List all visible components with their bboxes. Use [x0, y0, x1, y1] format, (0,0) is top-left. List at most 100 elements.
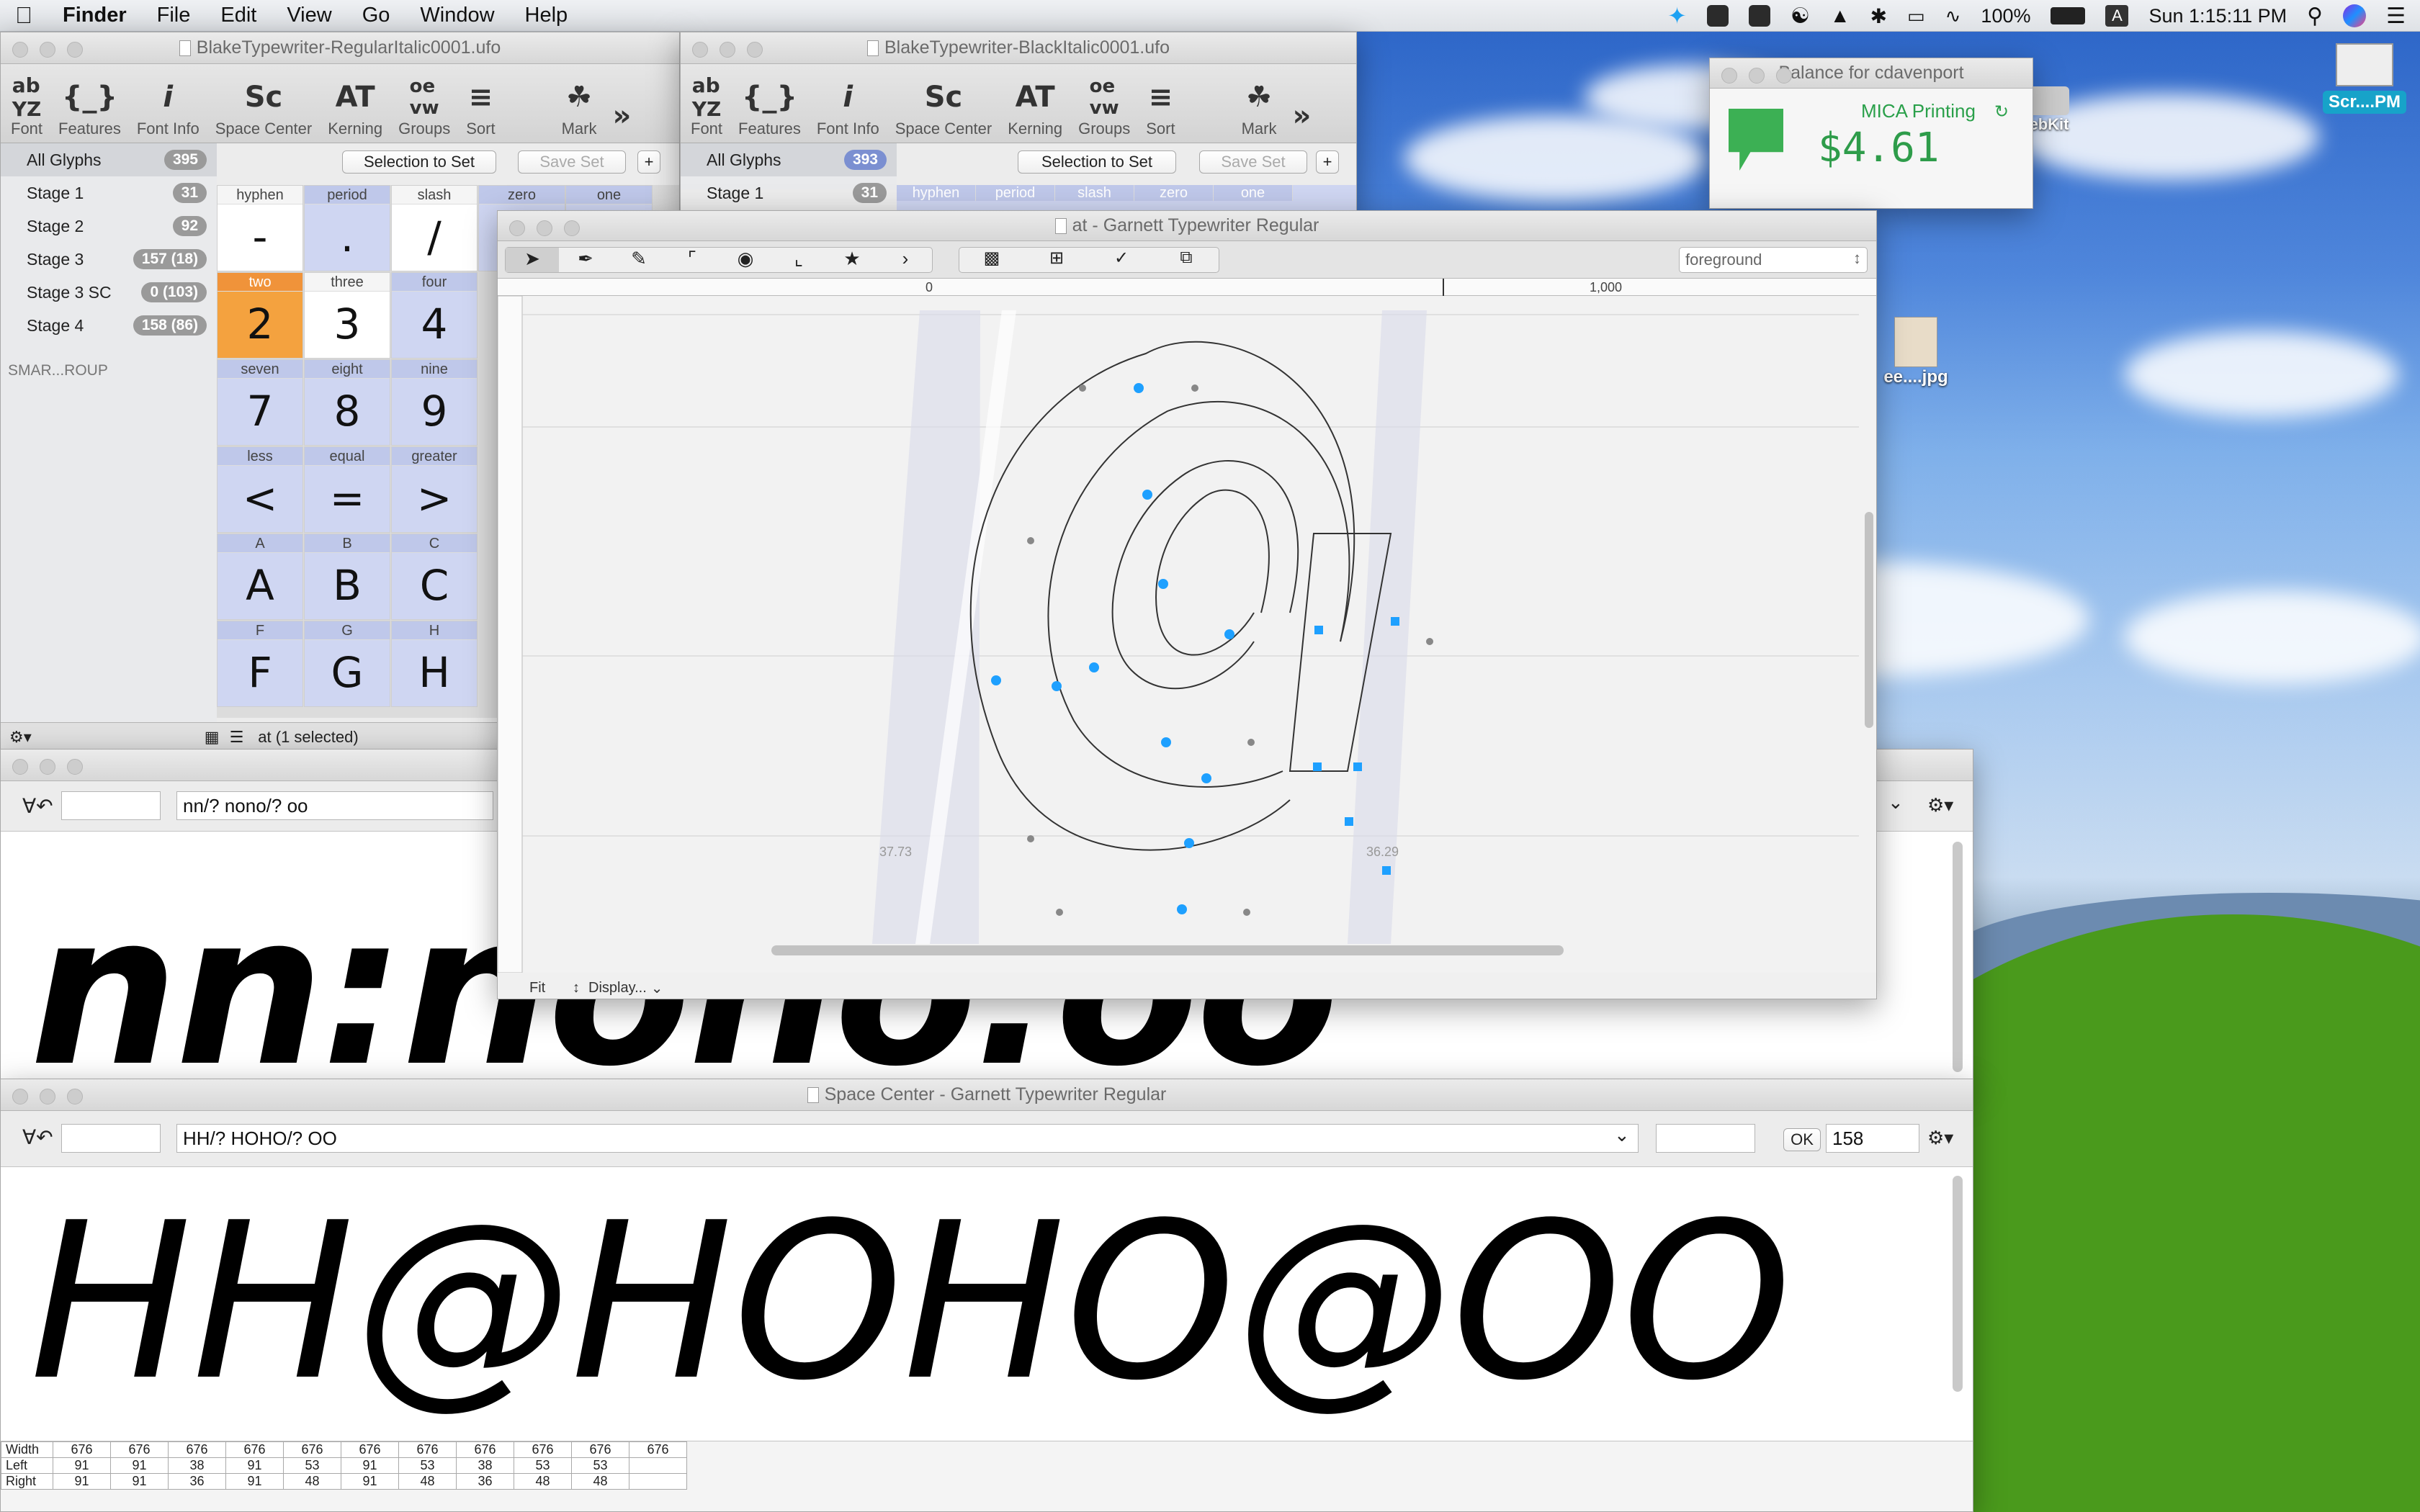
toolbar-overflow-icon[interactable]: » — [1292, 94, 1311, 138]
scrollbar[interactable] — [1953, 842, 1963, 1072]
metrics-cell[interactable]: 91 — [225, 1457, 284, 1474]
point[interactable] — [1052, 681, 1062, 691]
glyph-cell-slash[interactable]: slash / — [391, 185, 478, 271]
save-set-button[interactable]: Save Set — [518, 150, 626, 174]
knife-tool-icon[interactable]: ✎ — [612, 248, 666, 272]
horizontal-scrollbar[interactable] — [771, 945, 1564, 955]
point[interactable] — [1142, 490, 1152, 500]
selection-to-set-button[interactable]: Selection to Set — [342, 150, 496, 174]
glyph-cell-hyphen[interactable]: hyphen - — [217, 185, 303, 271]
metrics-cell[interactable]: 36 — [456, 1473, 514, 1490]
handle[interactable] — [1247, 739, 1255, 746]
glyph-cell-eight[interactable]: eight 8 — [304, 359, 390, 446]
corner-tool-icon[interactable]: ⌞ — [772, 248, 825, 272]
handle[interactable] — [1056, 909, 1063, 916]
point[interactable] — [1184, 838, 1194, 848]
stepper-icon[interactable]: ↕ — [573, 980, 580, 996]
gear-icon[interactable]: ⚙▾ — [1927, 794, 1953, 816]
sidebar-item-all-glyphs[interactable]: All Glyphs 393 — [681, 143, 897, 176]
grid-view-icon[interactable]: ▦ — [205, 728, 220, 747]
metrics-cell[interactable]: 676 — [168, 1441, 226, 1458]
minimize-button[interactable] — [720, 42, 735, 58]
apple-icon[interactable]:  — [0, 2, 48, 29]
handle[interactable] — [1243, 909, 1250, 916]
refresh-icon[interactable]: ↻ — [1994, 102, 2009, 122]
toolbar-fontinfo-button[interactable]: i Font Info — [817, 75, 879, 138]
metrics-cell[interactable]: 53 — [283, 1457, 341, 1474]
twitter-icon[interactable]: ✦ — [1667, 2, 1687, 30]
input-source-icon[interactable]: A — [2105, 5, 2129, 27]
point-size-input[interactable]: 158 — [1826, 1124, 1919, 1153]
point[interactable] — [1158, 579, 1168, 589]
glyph-cell-B[interactable]: BB — [304, 534, 390, 620]
wifi-icon[interactable]: ∿ — [1945, 5, 1961, 27]
glyph-cell-period[interactable]: period — [976, 185, 1055, 201]
drive-icon[interactable]: ▲ — [1830, 4, 1850, 27]
glyph-cell-hyphen[interactable]: hyphen — [897, 185, 976, 201]
glyph-cell-three[interactable]: three 3 — [304, 272, 390, 359]
metrics-cell[interactable]: 91 — [225, 1473, 284, 1490]
save-set-button[interactable]: Save Set — [1199, 150, 1307, 174]
zoom-select[interactable]: Fit — [529, 980, 573, 996]
on-curve-points[interactable] — [991, 383, 1399, 914]
text-direction-icon[interactable]: ∀↶ — [22, 1125, 53, 1149]
creative-cloud-icon[interactable]: ☯ — [1791, 4, 1810, 29]
sidebar-item-stage-1[interactable]: Stage 1 31 — [1, 176, 217, 210]
app-menu[interactable]: Finder — [48, 4, 142, 27]
sidebar-item-stage-4[interactable]: Stage 4 158 (86) — [1, 309, 217, 342]
glyph-cell-one[interactable]: one — [1214, 185, 1293, 201]
list-view-icon[interactable]: ☰ — [230, 728, 244, 747]
toolbar-mark-button[interactable]: ☘ Mark — [562, 75, 597, 138]
toolbar-fontinfo-button[interactable]: i Font Info — [137, 75, 200, 138]
add-set-button[interactable]: + — [637, 150, 660, 174]
metrics-cell[interactable]: 48 — [283, 1473, 341, 1490]
check-icon[interactable]: ✓ — [1089, 248, 1154, 272]
toolbar-overflow-icon[interactable]: » — [612, 94, 631, 138]
menu-go[interactable]: Go — [347, 4, 405, 27]
metrics-cell[interactable]: 53 — [514, 1457, 572, 1474]
point[interactable] — [1313, 762, 1322, 771]
glyph-cell-F[interactable]: FF — [217, 621, 303, 707]
point[interactable] — [1314, 626, 1323, 634]
point[interactable] — [1201, 773, 1211, 783]
zoom-button[interactable] — [67, 1089, 83, 1104]
metrics-cell[interactable]: 48 — [398, 1473, 457, 1490]
toolbar-spacecenter-button[interactable]: Sc Space Center — [215, 75, 313, 138]
toolbar-font-button[interactable]: ab YZ Font — [691, 73, 722, 138]
metrics-cell[interactable] — [629, 1457, 687, 1474]
status-icon-2[interactable] — [1748, 5, 1770, 27]
toolbar-features-button[interactable]: {_} Features — [58, 75, 121, 138]
metrics-cell[interactable]: 91 — [53, 1457, 111, 1474]
layer-select[interactable]: foreground ↕ — [1679, 247, 1868, 273]
metrics-cell[interactable]: 91 — [341, 1473, 399, 1490]
toolbar-font-button[interactable]: ab YZ Font — [11, 73, 42, 138]
point[interactable] — [1224, 629, 1234, 639]
space-center-2-text-input[interactable]: HH/? HOHO/? OO — [176, 1124, 1639, 1153]
dropdown-icon[interactable]: ⌄ — [1888, 791, 1904, 814]
minimize-button[interactable] — [1749, 68, 1765, 84]
text-direction-icon[interactable]: ∀↶ — [22, 794, 53, 818]
copy-layer-icon[interactable]: ⧉ — [1154, 248, 1219, 272]
scrollbar[interactable] — [1953, 1176, 1963, 1392]
metrics-cell[interactable]: 676 — [110, 1441, 169, 1458]
point[interactable] — [1391, 617, 1399, 626]
vertical-scrollbar[interactable] — [1865, 512, 1873, 728]
handle[interactable] — [1027, 835, 1034, 842]
add-set-button[interactable]: + — [1316, 150, 1339, 174]
menu-window[interactable]: Window — [405, 4, 509, 27]
sidebar-item-stage-2[interactable]: Stage 2 92 — [1, 210, 217, 243]
zoom-button[interactable] — [67, 759, 83, 775]
desktop-screenshot-file[interactable]: Scr....PM — [2318, 43, 2411, 114]
point[interactable] — [1177, 904, 1187, 914]
toolbar-kerning-button[interactable]: AT Kerning — [328, 75, 382, 138]
minimize-button[interactable] — [40, 42, 55, 58]
metrics-cell[interactable]: 38 — [456, 1457, 514, 1474]
zoom-button[interactable] — [67, 42, 83, 58]
menu-help[interactable]: Help — [510, 4, 583, 27]
metrics-cell[interactable]: 36 — [168, 1473, 226, 1490]
point[interactable] — [991, 675, 1001, 685]
metrics-cell[interactable]: 676 — [514, 1441, 572, 1458]
glyph-cell-A[interactable]: AA — [217, 534, 303, 620]
menu-edit[interactable]: Edit — [205, 4, 272, 27]
toolbar-kerning-button[interactable]: AT Kerning — [1008, 75, 1062, 138]
